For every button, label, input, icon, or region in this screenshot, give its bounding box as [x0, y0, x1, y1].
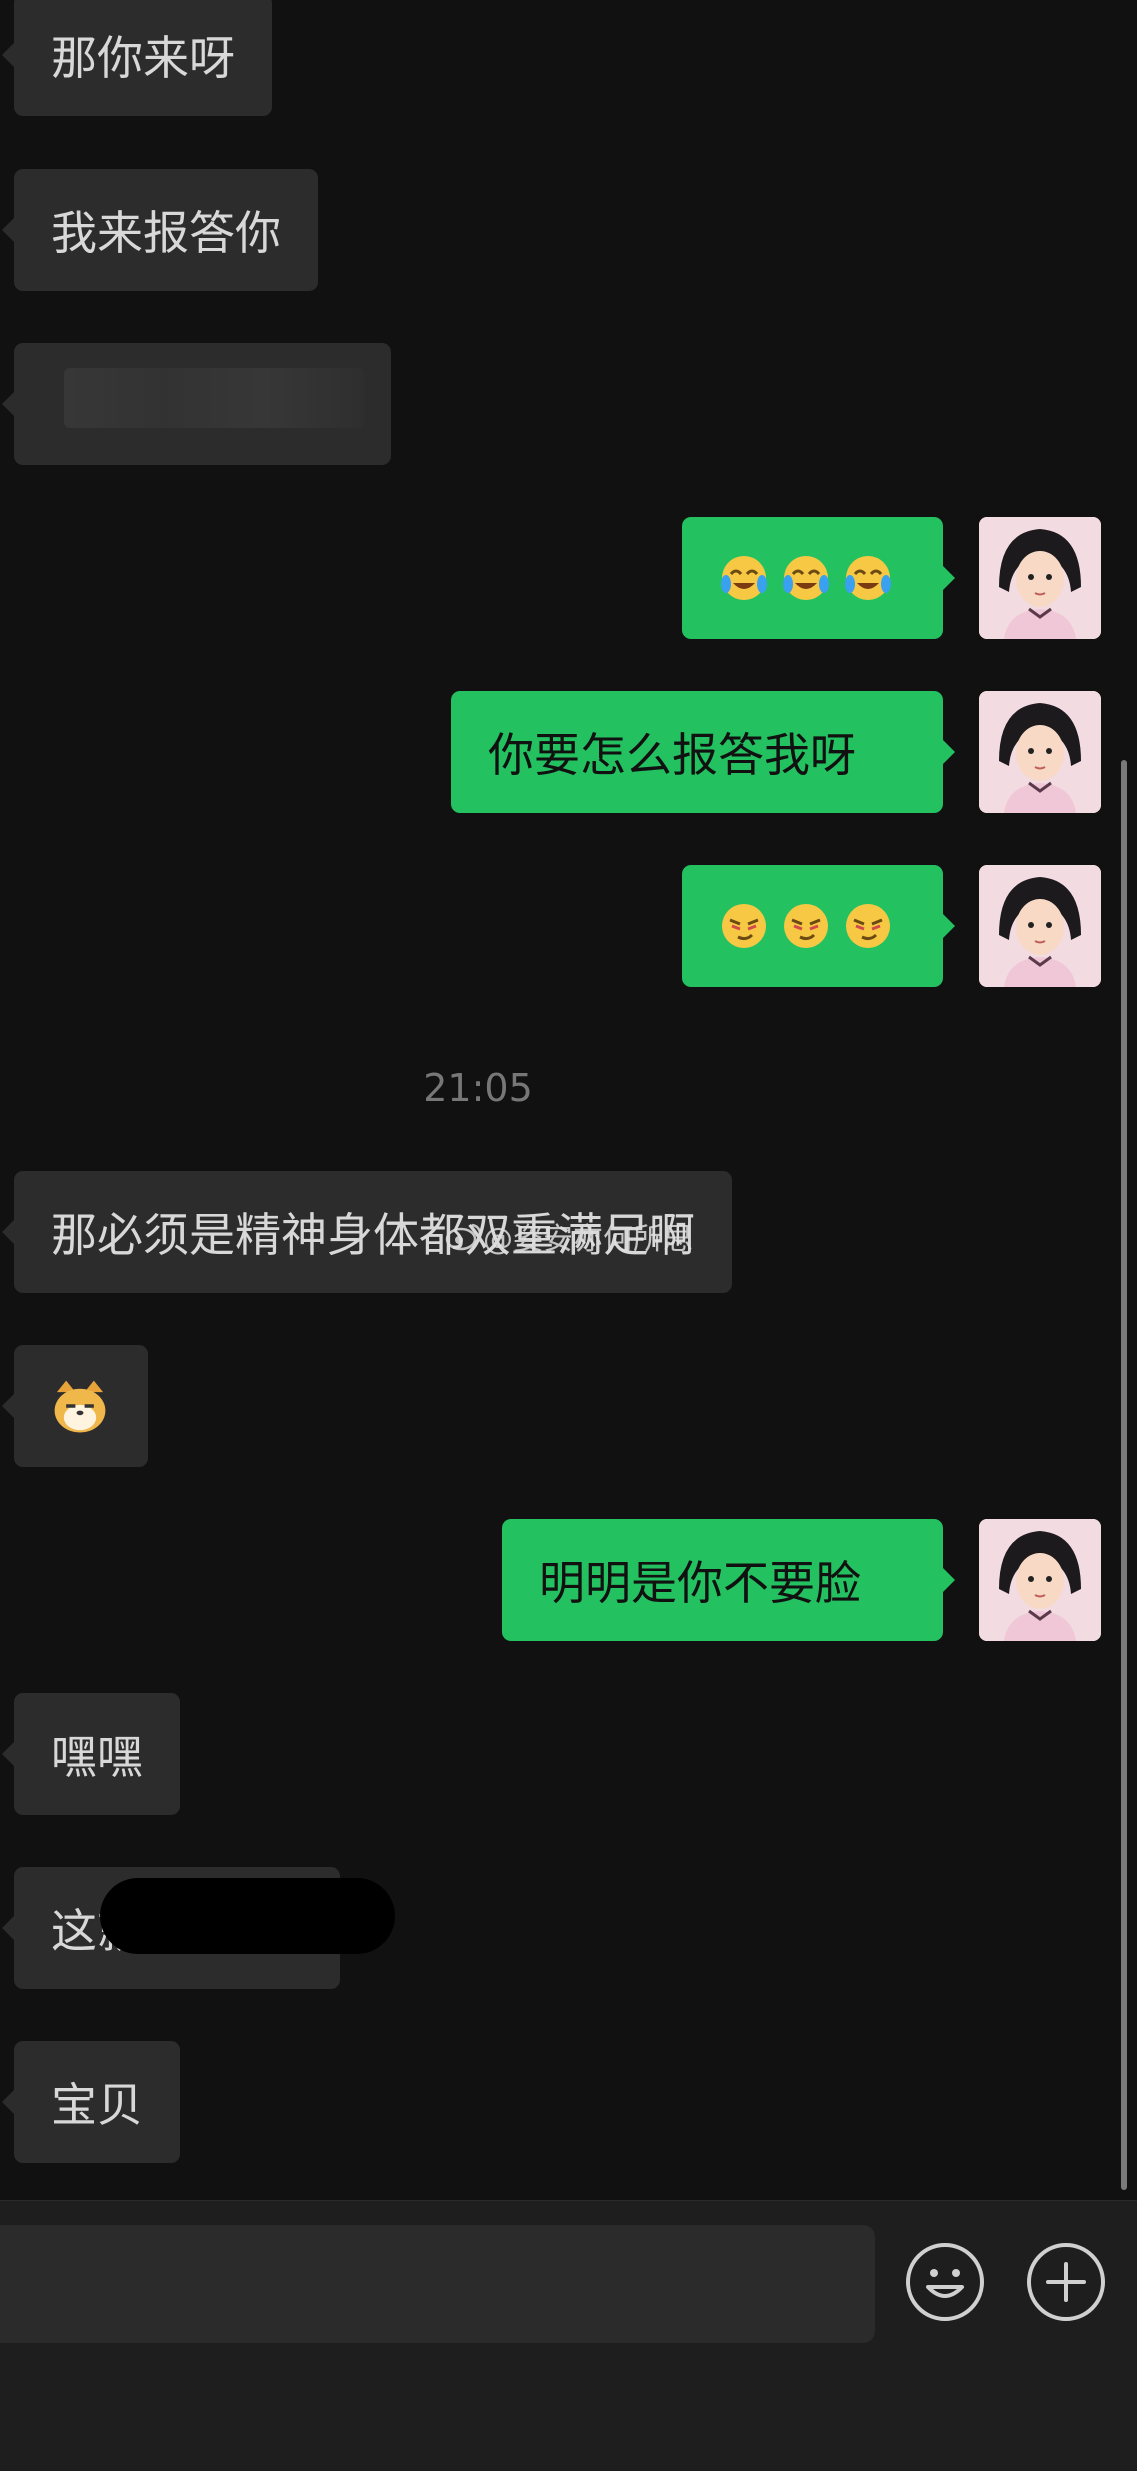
scrollbar[interactable]	[1121, 760, 1127, 2190]
tears-of-joy-emoji-icon	[845, 556, 891, 600]
blur-redaction	[64, 368, 364, 428]
doge-emoji-icon	[54, 1380, 106, 1433]
smirk-emoji-icon	[846, 904, 890, 948]
avatar[interactable]	[979, 517, 1101, 639]
outgoing-message-bubble[interactable]: 明明是你不要脸	[502, 1519, 955, 1641]
more-button[interactable]	[1027, 2243, 1105, 2321]
incoming-message-bubble[interactable]: 宝贝	[2, 2041, 180, 2163]
plus-icon	[1046, 2262, 1086, 2302]
message-text: 你要怎么报答我呀	[488, 728, 856, 782]
incoming-message-bubble[interactable]: 我来报答你	[2, 169, 318, 291]
watermark: @姿安亦何所思	[445, 1214, 693, 1258]
message-text: 嘿嘿	[51, 1730, 143, 1784]
outgoing-emoji-bubble[interactable]	[682, 865, 955, 987]
emoji-button[interactable]	[906, 2243, 984, 2321]
outgoing-emoji-bubble[interactable]	[682, 517, 955, 639]
input-bar	[0, 2200, 1137, 2471]
tears-of-joy-emoji-icon	[783, 556, 829, 600]
avatar[interactable]	[979, 1519, 1101, 1641]
watermark-text: @姿安亦何所思	[483, 1222, 693, 1257]
avatar-image	[979, 1519, 1101, 1641]
weibo-logo-icon	[445, 1223, 482, 1251]
avatar[interactable]	[979, 865, 1101, 987]
message-input[interactable]	[0, 2225, 875, 2343]
avatar[interactable]	[979, 691, 1101, 813]
smiley-icon	[926, 2269, 964, 2298]
avatar-image	[979, 691, 1101, 813]
tears-of-joy-emoji-icon	[721, 556, 767, 600]
message-timestamp: 21:05	[423, 1066, 533, 1110]
incoming-message-bubble[interactable]: 嘿嘿	[2, 1693, 180, 1815]
redaction-mark	[100, 1878, 395, 1954]
incoming-message-bubble-blurred[interactable]	[2, 343, 391, 465]
message-text: 那你来呀	[51, 31, 235, 85]
avatar-image	[979, 865, 1101, 987]
message-text: 明明是你不要脸	[539, 1556, 861, 1610]
incoming-emoji-bubble[interactable]	[2, 1345, 148, 1467]
message-text: 我来报答你	[51, 206, 281, 260]
avatar-image	[979, 517, 1101, 639]
outgoing-message-bubble[interactable]: 你要怎么报答我呀	[451, 691, 955, 813]
incoming-message-bubble[interactable]: 那你来呀	[2, 0, 272, 116]
message-text: 宝贝	[51, 2078, 143, 2132]
smirk-emoji-icon	[784, 904, 828, 948]
smirk-emoji-icon	[722, 904, 766, 948]
